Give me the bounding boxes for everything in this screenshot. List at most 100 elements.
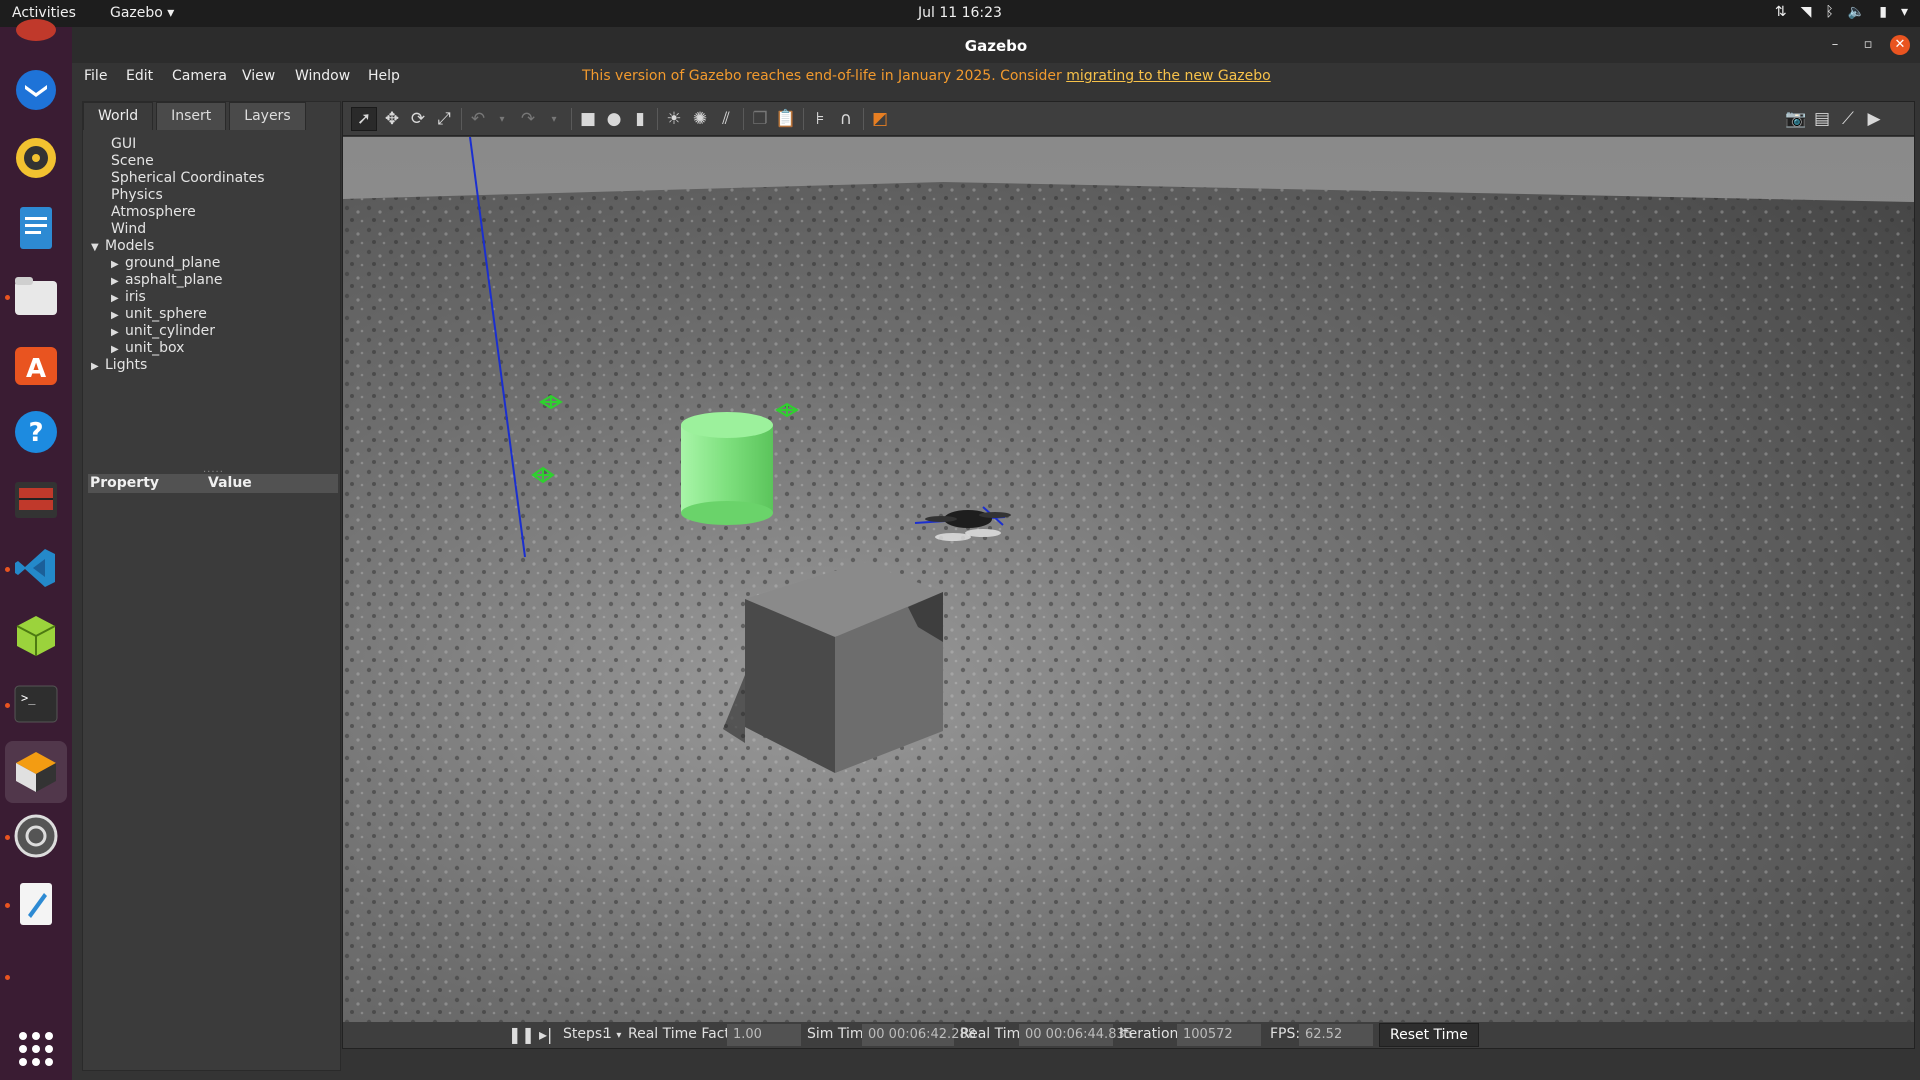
select-mode-icon[interactable]: ➚ [351,107,377,131]
scene-render[interactable] [343,137,1914,1022]
app-menu-button[interactable]: Gazebo ▾ [110,5,174,21]
menu-camera[interactable]: Camera [172,68,227,84]
tree-item-model[interactable]: ▶ unit_sphere [111,306,207,323]
undo-icon[interactable]: ↶ [465,107,491,131]
3d-box-icon[interactable] [11,611,61,661]
collapsed-arrow-icon[interactable]: ▶ [111,293,125,304]
collapsed-arrow-icon[interactable]: ▶ [111,344,125,355]
clock[interactable]: Jul 11 16:23 [918,5,1002,21]
bluetooth-icon[interactable]: ᛒ [1825,4,1833,20]
iterations-field[interactable]: 100572 [1177,1024,1261,1046]
app-icon[interactable] [11,475,61,525]
redo-history-icon[interactable]: ▾ [541,107,567,131]
align-icon[interactable]: ⊧ [807,107,833,131]
show-applications-icon[interactable] [19,1032,53,1066]
files-icon[interactable] [11,271,61,321]
steps-stepper[interactable]: 1 ▾ [603,1026,621,1042]
menu-help[interactable]: Help [368,68,400,84]
fps-field[interactable]: 62.52 [1299,1024,1373,1046]
spot-light-icon[interactable]: ✺ [687,107,713,131]
menu-window[interactable]: Window [295,68,350,84]
sphere-shape-icon[interactable]: ● [601,107,627,131]
battery-icon[interactable]: ▮ [1879,4,1887,20]
undo-history-icon[interactable]: ▾ [489,107,515,131]
screenshot-icon[interactable]: 📷 [1783,107,1809,131]
cylinder-shape-icon[interactable]: ▮ [627,107,653,131]
point-light-icon[interactable]: ☀ [661,107,687,131]
menu-file[interactable]: File [84,68,107,84]
sim-time-field[interactable]: 00 00:06:42.288 [862,1024,976,1046]
copy-icon[interactable]: ❐ [747,107,773,131]
activities-button[interactable]: Activities [12,5,76,21]
wifi-icon[interactable]: ◥ [1801,4,1812,20]
tree-item-atmosphere[interactable]: Atmosphere [111,204,196,221]
migration-link[interactable]: migrating to the new Gazebo [1066,68,1271,84]
collapsed-arrow-icon[interactable]: ▶ [91,361,105,372]
tree-item-physics[interactable]: Physics [111,187,163,204]
video-record-icon[interactable]: ▶ [1861,107,1887,131]
rtf-field[interactable]: 1.00 [727,1024,801,1046]
redo-icon[interactable]: ↷ [515,107,541,131]
value-column-header[interactable]: Value [208,475,252,491]
snap-icon[interactable]: ∩ [833,107,859,131]
terminal-icon[interactable]: >_ [11,679,61,729]
pause-icon[interactable]: ❚❚ [508,1025,535,1044]
tab-world[interactable]: World [83,102,154,130]
steps-dropdown-icon[interactable]: ▾ [616,1030,621,1041]
tree-item-wind[interactable]: Wind [111,221,146,238]
tree-item-model[interactable]: ▶ asphalt_plane [111,272,222,289]
reset-time-button[interactable]: Reset Time [1379,1023,1479,1047]
software-icon[interactable]: A [11,339,61,389]
real-time-field[interactable]: 00 00:06:44.835 [1019,1024,1133,1046]
tree-item-scene[interactable]: Scene [111,153,154,170]
unit-cylinder[interactable] [681,412,773,525]
close-icon[interactable]: ✕ [1890,35,1910,55]
help-icon[interactable]: ? [11,407,61,457]
tree-item-lights[interactable]: ▶ Lights [91,357,147,374]
collapsed-arrow-icon[interactable]: ▶ [111,276,125,287]
box-shape-icon[interactable]: ■ [575,107,601,131]
thunderbird-icon[interactable] [11,65,61,115]
text-editor-icon[interactable] [11,879,61,929]
rhythmbox-icon[interactable] [11,133,61,183]
tree-item-models[interactable]: ▼ Models [91,238,154,255]
collapsed-arrow-icon[interactable]: ▶ [111,259,125,270]
settings-icon[interactable] [11,811,61,861]
menu-view[interactable]: View [242,68,275,84]
directional-light-icon[interactable]: ⫽ [713,107,739,131]
tree-item-spherical-coordinates[interactable]: Spherical Coordinates [111,170,265,187]
3d-scene[interactable] [343,137,1914,1022]
menu-edit[interactable]: Edit [126,68,153,84]
tree-item-model[interactable]: ▶ ground_plane [111,255,220,272]
menu-chevron-icon[interactable]: ▾ [1901,4,1908,20]
translate-mode-icon[interactable]: ✥ [379,107,405,131]
vscode-icon[interactable] [11,543,61,593]
property-column-header[interactable]: Property [90,475,159,491]
tab-layers[interactable]: Layers [229,102,306,130]
plot-icon[interactable]: ⟋ [1835,107,1861,131]
log-icon[interactable]: ▤ [1809,107,1835,131]
system-tray[interactable]: ⇅ ◥ ᛒ 🔈 ▮ ▾ [1775,4,1908,20]
steps-value[interactable]: 1 [603,1026,612,1042]
network-icon[interactable]: ⇅ [1775,4,1787,20]
window-titlebar[interactable]: Gazebo – ▫ ✕ [72,27,1920,63]
expanded-arrow-icon[interactable]: ▼ [91,242,105,253]
paste-icon[interactable]: 📋 [773,107,799,131]
tree-item-model[interactable]: ▶ unit_box [111,340,184,357]
rotate-mode-icon[interactable]: ⟳ [405,107,431,131]
tree-item-gui[interactable]: GUI [111,136,136,153]
ubuntu-icon[interactable] [16,19,56,41]
tree-item-model[interactable]: ▶ iris [111,289,146,306]
volume-icon[interactable]: 🔈 [1848,4,1865,20]
scale-mode-icon[interactable]: ⤢ [431,107,457,131]
view-angle-icon[interactable]: ◩ [867,107,893,131]
writer-icon[interactable] [11,203,61,253]
collapsed-arrow-icon[interactable]: ▶ [111,327,125,338]
tree-item-model[interactable]: ▶ unit_cylinder [111,323,215,340]
collapsed-arrow-icon[interactable]: ▶ [111,310,125,321]
gazebo-icon[interactable] [5,741,67,803]
minimize-icon[interactable]: – [1825,35,1845,55]
step-icon[interactable]: ▸| [539,1025,552,1044]
tab-insert[interactable]: Insert [156,102,227,130]
maximize-icon[interactable]: ▫ [1858,35,1878,55]
